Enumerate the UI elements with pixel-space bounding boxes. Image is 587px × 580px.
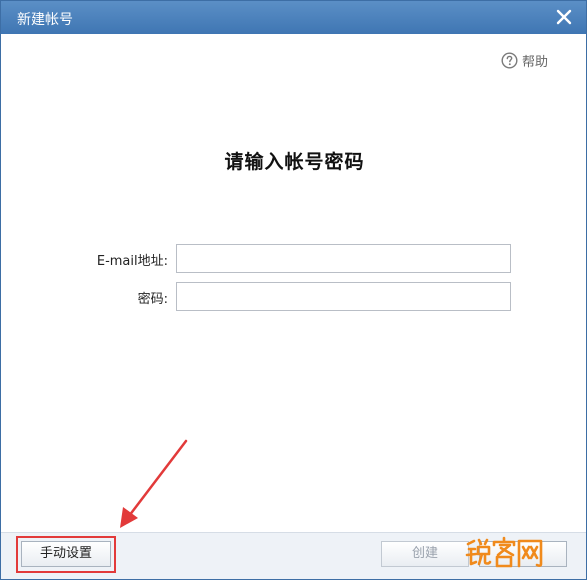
close-icon bbox=[556, 9, 572, 25]
password-input[interactable] bbox=[176, 282, 511, 311]
window-title: 新建帐号 bbox=[17, 12, 73, 28]
email-row: E-mail地址: bbox=[1, 244, 586, 273]
help-label: 帮助 bbox=[521, 54, 548, 70]
email-label: E-mail地址: bbox=[96, 254, 168, 269]
password-label: 密码: bbox=[137, 292, 168, 307]
email-input[interactable] bbox=[176, 244, 511, 273]
help-link[interactable]: 帮助 bbox=[501, 51, 548, 70]
page-heading: 请输入帐号密码 bbox=[224, 151, 365, 173]
manual-setup-button[interactable]: 手动设置 bbox=[21, 541, 111, 567]
password-row: 密码: bbox=[1, 282, 586, 311]
new-account-dialog: 新建帐号 帮助 请输入帐号密码 E-mail地址: 密码: 手动设置 创建 bbox=[0, 0, 587, 580]
title-bar[interactable]: 新建帐号 bbox=[1, 1, 586, 34]
close-button[interactable] bbox=[552, 5, 576, 29]
question-circle-icon bbox=[501, 51, 518, 69]
create-button[interactable]: 创建 bbox=[381, 541, 469, 567]
watermark-logo bbox=[465, 536, 543, 568]
